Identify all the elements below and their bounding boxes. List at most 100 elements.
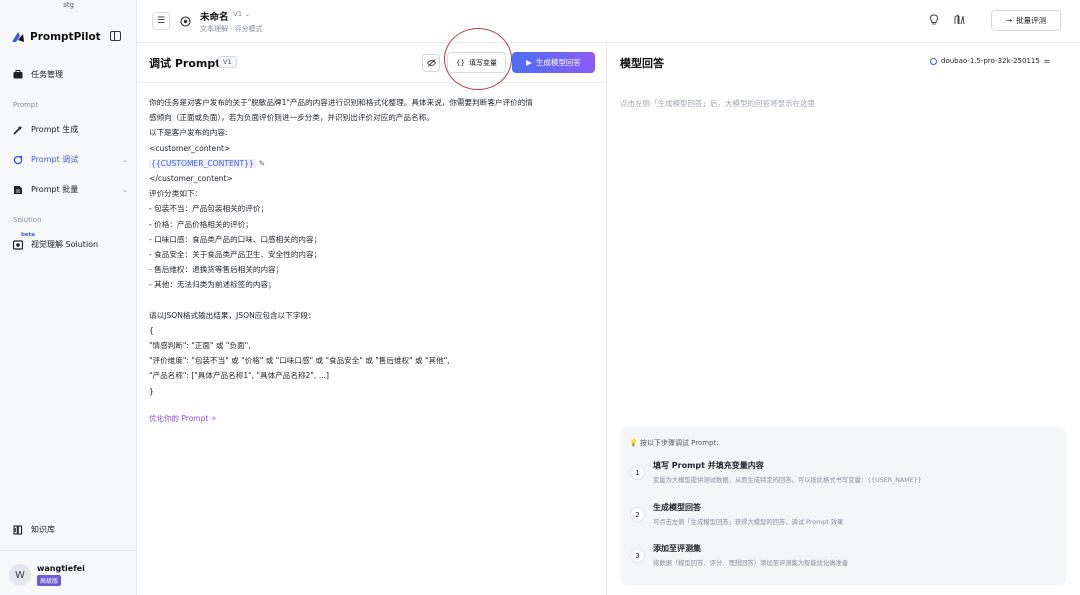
chevron-down-icon: ⌄ <box>244 10 251 18</box>
prompt-line: - 食品安全：关于食品类产品卫生、安全性的内容； <box>149 249 322 259</box>
brand-logo-icon <box>12 32 24 42</box>
batch-eval-label: 批量评测 <box>1016 16 1047 25</box>
response-panel: 模型回答 doubao-1.5-pro-32k-250115 ⚌ 点击左侧「生成… <box>607 43 1080 595</box>
sidebar-item-prompt-batch[interactable]: Prompt 批量 ⌄ <box>13 184 128 195</box>
settings-sliders-icon[interactable]: ⚌ <box>1044 57 1050 65</box>
step-item: 2 生成模型回答 可点击左侧「生成模型回答」获得大模型的回答，调试 Prompt… <box>630 502 843 526</box>
generate-answer-label: 生成模型回答 <box>535 58 581 67</box>
sidebar-item-label: 视觉理解 Solution <box>31 240 99 249</box>
debug-panel-header: 调试 Prompt V1 {} 填写变量 ▶ 生成模型回答 <box>137 43 606 83</box>
sidebar-item-label: Prompt 调试 <box>31 155 79 164</box>
prompt-line: "产品名称": ["具体产品名称1", "具体产品名称2", ...] <box>149 371 329 381</box>
sidebar-item-label: Prompt 生成 <box>31 125 79 134</box>
model-name: doubao-1.5-pro-32k-250115 <box>941 57 1040 65</box>
env-label: stg <box>63 1 74 9</box>
panel-title: 调试 Prompt <box>149 57 221 70</box>
sidebar-item-prompt-debug[interactable]: Prompt 调试 ⌄ <box>13 154 128 165</box>
bulb-icon[interactable] <box>929 14 939 28</box>
sidebar-item-task[interactable]: 任务管理 <box>13 69 128 80</box>
edit-icon[interactable]: ✎ <box>259 159 265 168</box>
sidebar: stg PromptPilot 任务管理 Prompt Prompt 生成 Pr… <box>0 0 137 595</box>
prompt-line: 你的任务是对客户发布的关于"脱敏品牌1"产品的内容进行识别和格式化整理。具体来说… <box>149 98 533 107</box>
prompt-line: - 售后维权：退换货等售后相关的内容； <box>149 265 284 275</box>
step-number: 3 <box>630 548 645 563</box>
eye-off-icon <box>426 59 436 67</box>
variable-chip[interactable]: {{CUSTOMER_CONTENT}} <box>149 158 256 168</box>
doc-subtitle: 文本理解 · 评分模式 <box>200 25 263 33</box>
sidebar-collapse-icon[interactable] <box>110 31 121 41</box>
step-item: 1 填写 Prompt 并填充变量内容 变量为大模型提供测试数据，从而生成特定的… <box>630 460 922 484</box>
batch-icon <box>13 185 23 195</box>
task-icon <box>13 70 23 80</box>
prompt-line: { <box>149 325 154 335</box>
step-number: 1 <box>630 465 645 480</box>
sidebar-item-label: Prompt 批量 <box>31 185 79 194</box>
step-title: 添加至评测集 <box>653 544 701 553</box>
steps-guide-card: 💡 按以下步骤调试 Prompt: 1 填写 Prompt 并填充变量内容 变量… <box>620 427 1066 585</box>
prompt-line: "情感判断": "正面" 或 "负面", <box>149 341 251 350</box>
chevron-down-icon: ⌄ <box>122 185 128 194</box>
top-header: ☰ 未命名 V1 ⌄ 文本理解 · 评分模式 → 批量评测 <box>137 0 1080 43</box>
step-title: 填写 Prompt 并填充变量内容 <box>653 461 764 470</box>
prompt-line: - 价格：产品价格相关的评价； <box>149 219 253 229</box>
step-number: 2 <box>630 507 645 522</box>
book-icon <box>13 524 23 535</box>
doc-title[interactable]: 未命名 <box>200 9 229 23</box>
prompt-line: "评价维度": "包装不当" 或 "价格" 或 "口味口感" 或 "食品安全" … <box>149 356 450 366</box>
prompt-line: <customer_content> <box>149 143 231 153</box>
optimize-prompt-link[interactable]: 优化你的 Prompt ✧ <box>149 413 217 424</box>
debug-panel: 调试 Prompt V1 {} 填写变量 ▶ 生成模型回答 你的任务是对客户发布… <box>137 43 607 595</box>
user-name: wangtiefei <box>37 564 85 573</box>
avatar: W <box>9 564 31 586</box>
doc-version-label: V1 <box>233 10 243 18</box>
brand[interactable]: PromptPilot <box>11 30 101 44</box>
user-profile[interactable]: W wangtiefei 高级版 <box>9 564 85 586</box>
version-tag[interactable]: V1 <box>218 56 237 68</box>
generate-answer-button[interactable]: ▶ 生成模型回答 <box>512 52 595 73</box>
hide-preview-button[interactable] <box>422 54 440 72</box>
prompt-line: </customer_content> <box>149 173 233 183</box>
prompt-editor[interactable]: 你的任务是对客户发布的关于"脱敏品牌1"产品的内容进行识别和格式化整理。具体来说… <box>149 95 599 399</box>
debug-icon <box>13 155 23 165</box>
sidebar-item-label: 任务管理 <box>31 70 63 79</box>
prompt-line: 感倾向（正面或负面），若为负面评价则进一步分类，并识别出评价对应的产品名称。 <box>149 113 434 123</box>
sidebar-item-visual-solution[interactable]: 视觉理解 Solution <box>13 239 128 250</box>
settings-button[interactable] <box>176 12 194 30</box>
step-description: 变量为大模型提供测试数据，从而生成特定的回答。可以按此格式书写变量：{{USER… <box>653 477 922 484</box>
sidebar-item-label: 知识库 <box>31 525 55 534</box>
target-icon <box>179 15 191 27</box>
bulb-icon: 💡 <box>629 439 638 447</box>
steps-heading: 💡 按以下步骤调试 Prompt: <box>629 438 719 448</box>
highlight-circle <box>444 28 512 90</box>
prompt-line: 以下是客户发布的内容: <box>149 128 228 138</box>
prompt-line <box>149 292 599 307</box>
prompt-line: } <box>149 386 154 396</box>
prompt-line: - 其他：无法归类为前述标签的内容； <box>149 280 276 290</box>
prompt-line: {{CUSTOMER_CONTENT}} ✎ <box>149 156 599 171</box>
play-icon: ▶ <box>526 58 532 67</box>
prompt-line: 评价分类如下： <box>149 189 203 199</box>
brand-name: PromptPilot <box>30 31 101 43</box>
steps-heading-label: 按以下步骤调试 Prompt: <box>639 439 719 447</box>
history-icon[interactable] <box>954 14 965 28</box>
prompt-line: 请以JSON格式输出结果，JSON应包含以下字段： <box>149 310 316 320</box>
response-title: 模型回答 <box>620 57 664 70</box>
visual-icon <box>13 239 23 250</box>
menu-icon: ☰ <box>156 16 166 26</box>
batch-eval-button[interactable]: → 批量评测 <box>991 10 1061 31</box>
sidebar-divider <box>0 550 137 551</box>
sidebar-item-prompt-gen[interactable]: Prompt 生成 <box>13 124 128 135</box>
prompt-line: - 包装不当：产品包装相关的评价； <box>149 204 269 214</box>
model-logo-icon <box>930 57 937 65</box>
menu-button[interactable]: ☰ <box>152 12 170 30</box>
model-selector[interactable]: doubao-1.5-pro-32k-250115 ⚌ <box>930 57 1050 65</box>
step-item: 3 添加至评测集 将数据（模型回答、评分、理想回答）添加至评测集为智能优化做准备 <box>630 543 848 567</box>
doc-version-dropdown[interactable]: V1 ⌄ <box>233 10 250 18</box>
response-placeholder: 点击左侧「生成模型回答」后，大模型的回答将显示在这里 <box>620 99 815 108</box>
step-description: 可点击左侧「生成模型回答」获得大模型的回答，调试 Prompt 效果 <box>653 519 844 526</box>
arrow-right-icon: → <box>1005 16 1013 25</box>
beta-badge: beta <box>21 232 36 238</box>
prompt-line: - 口味口感：食品类产品的口味、口感相关的内容； <box>149 234 322 244</box>
sidebar-item-kb[interactable]: 知识库 <box>13 524 128 535</box>
step-description: 将数据（模型回答、评分、理想回答）添加至评测集为智能优化做准备 <box>653 560 849 567</box>
